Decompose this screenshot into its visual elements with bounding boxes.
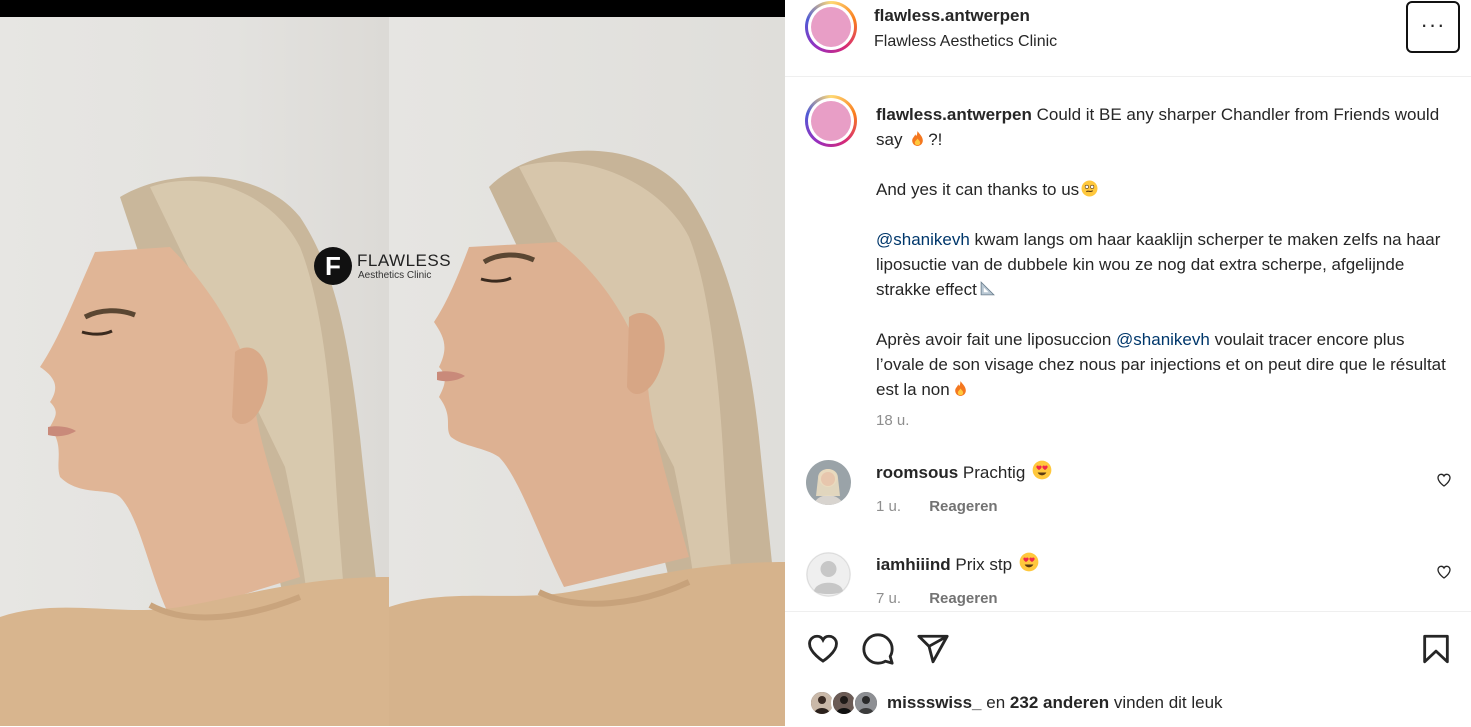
caption-paragraph-2: And yes it can thanks to us xyxy=(876,180,1080,199)
mention-link[interactable]: @shanikevh xyxy=(876,230,970,249)
comment-icon[interactable] xyxy=(861,632,895,666)
post-action-bar: missswiss_ en 232 anderen vinden dit leu… xyxy=(785,611,1471,727)
more-options-button[interactable]: ··· xyxy=(1406,1,1460,53)
post-caption: flawless.antwerpen Could it BE any sharp… xyxy=(876,102,1446,433)
face-emoji xyxy=(1081,180,1098,197)
before-photo xyxy=(0,17,389,726)
heart-eyes-emoji xyxy=(1019,552,1039,572)
more-icon: ··· xyxy=(1420,12,1446,37)
comment-item: roomsous Prachtig 1 u. Reageren xyxy=(785,460,1471,540)
commenter-avatar[interactable] xyxy=(806,552,851,597)
comment-like-heart-icon[interactable] xyxy=(1436,472,1452,488)
comment-timestamp: 7 u. xyxy=(876,590,902,607)
avatar-image xyxy=(811,7,851,47)
comment-body: roomsous Prachtig xyxy=(876,460,1054,483)
heart-eyes-emoji xyxy=(1032,460,1052,480)
liker-avatar[interactable] xyxy=(853,690,879,716)
watermark-subtitle: Aesthetics Clinic xyxy=(358,270,432,281)
caption-username[interactable]: flawless.antwerpen xyxy=(876,105,1032,124)
comment-text: Prachtig xyxy=(962,463,1026,482)
likes-connector: en xyxy=(986,693,1006,712)
comment-username[interactable]: iamhiiind xyxy=(876,555,951,574)
post-header: flawless.antwerpen Flawless Aesthetics C… xyxy=(785,0,1471,77)
caption-timestamp: 18 u. xyxy=(876,412,910,429)
brand-logo-icon: F xyxy=(314,247,352,285)
comment-like-heart-icon[interactable] xyxy=(1436,564,1452,580)
comment-text: Prix stp xyxy=(955,555,1013,574)
brand-watermark: F FLAWLESS Aesthetics Clinic xyxy=(314,247,454,287)
caption-line-1-end: ?! xyxy=(928,130,943,149)
account-username[interactable]: flawless.antwerpen xyxy=(874,6,1030,26)
post-media: F FLAWLESS Aesthetics Clinic xyxy=(0,0,785,726)
caption-paragraph-4-start: Après avoir fait une liposuccion xyxy=(876,330,1112,349)
comment-timestamp: 1 u. xyxy=(876,498,902,515)
watermark-title: FLAWLESS xyxy=(357,251,452,270)
share-icon[interactable] xyxy=(916,632,950,666)
after-photo xyxy=(389,17,785,726)
first-liker-username[interactable]: missswiss_ xyxy=(887,693,982,712)
like-heart-icon[interactable] xyxy=(806,632,840,666)
post-side-panel: flawless.antwerpen Flawless Aesthetics C… xyxy=(785,0,1471,726)
avatar-image xyxy=(811,101,851,141)
comment-body: iamhiiind Prix stp xyxy=(876,552,1041,575)
comment-meta: 1 u. Reageren xyxy=(876,498,998,515)
fire-emoji xyxy=(954,381,966,396)
account-subtitle[interactable]: Flawless Aesthetics Clinic xyxy=(874,33,1057,51)
likes-text: missswiss_ en 232 anderen vinden dit leu… xyxy=(887,693,1223,713)
triangular-ruler-emoji xyxy=(980,281,995,296)
likes-suffix: vinden dit leuk xyxy=(1113,693,1223,712)
commenter-avatar[interactable] xyxy=(806,460,851,505)
mention-link[interactable]: @shanikevh xyxy=(1116,330,1210,349)
media-top-bar xyxy=(0,0,785,17)
account-avatar[interactable] xyxy=(805,1,857,53)
caption-avatar[interactable] xyxy=(805,95,857,147)
reply-button[interactable]: Reageren xyxy=(929,590,997,607)
bookmark-icon[interactable] xyxy=(1419,632,1453,666)
comment-item: iamhiiind Prix stp 7 u. Reageren xyxy=(785,552,1471,611)
fire-emoji xyxy=(912,131,924,146)
reply-button[interactable]: Reageren xyxy=(929,498,997,515)
comment-username[interactable]: roomsous xyxy=(876,463,958,482)
likes-count-link[interactable]: 232 anderen xyxy=(1010,693,1109,712)
comment-meta: 7 u. Reageren xyxy=(876,590,998,607)
comments-section[interactable]: flawless.antwerpen Could it BE any sharp… xyxy=(785,77,1471,611)
